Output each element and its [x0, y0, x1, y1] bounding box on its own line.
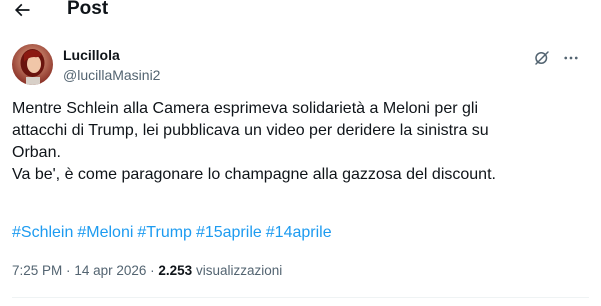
- arrow-left-icon: [14, 3, 30, 17]
- grok-icon: [535, 51, 549, 65]
- post-text-line: Orban.: [12, 144, 61, 161]
- hashtag-list: #Schlein #Meloni #Trump #15aprile #14aprile: [12, 222, 336, 244]
- meta-separator: ·: [150, 263, 155, 278]
- more-dots-icon: [564, 56, 578, 60]
- post-metadata: 7:25 PM · 14 apr 2026 · 2.253 visualizza…: [12, 262, 282, 280]
- avatar[interactable]: [12, 44, 53, 85]
- hashtag-link[interactable]: #Trump: [137, 224, 192, 241]
- more-options-button[interactable]: [560, 47, 582, 69]
- post-text-line: Mentre Schlein alla Camera esprimeva sol…: [12, 100, 478, 117]
- author-handle[interactable]: @lucillaMasini2: [63, 67, 160, 84]
- divider: [12, 297, 589, 298]
- meta-separator: ·: [66, 263, 71, 278]
- grok-button[interactable]: [531, 47, 553, 69]
- back-button[interactable]: [11, 0, 33, 20]
- hashtag-link[interactable]: #15aprile: [196, 224, 262, 241]
- top-bar: Post: [0, 0, 601, 22]
- views-label: visualizzazioni: [195, 263, 283, 278]
- hashtag-link[interactable]: #Meloni: [77, 224, 133, 241]
- post-text-line: attacchi di Trump, lei pubblicava un vid…: [12, 122, 489, 139]
- author-display-name[interactable]: Lucillola: [63, 47, 120, 64]
- post-time[interactable]: 7:25 PM: [12, 263, 62, 278]
- post-text: Mentre Schlein alla Camera esprimeva sol…: [12, 98, 582, 186]
- views-count: 2.253: [158, 263, 193, 278]
- post-text-line: Va be', è come paragonare lo champagne a…: [12, 166, 496, 183]
- page-title: Post: [67, 0, 109, 19]
- hashtag-link[interactable]: #14aprile: [266, 224, 332, 241]
- post-date[interactable]: 14 apr 2026: [74, 263, 146, 278]
- hashtag-link[interactable]: #Schlein: [12, 224, 73, 241]
